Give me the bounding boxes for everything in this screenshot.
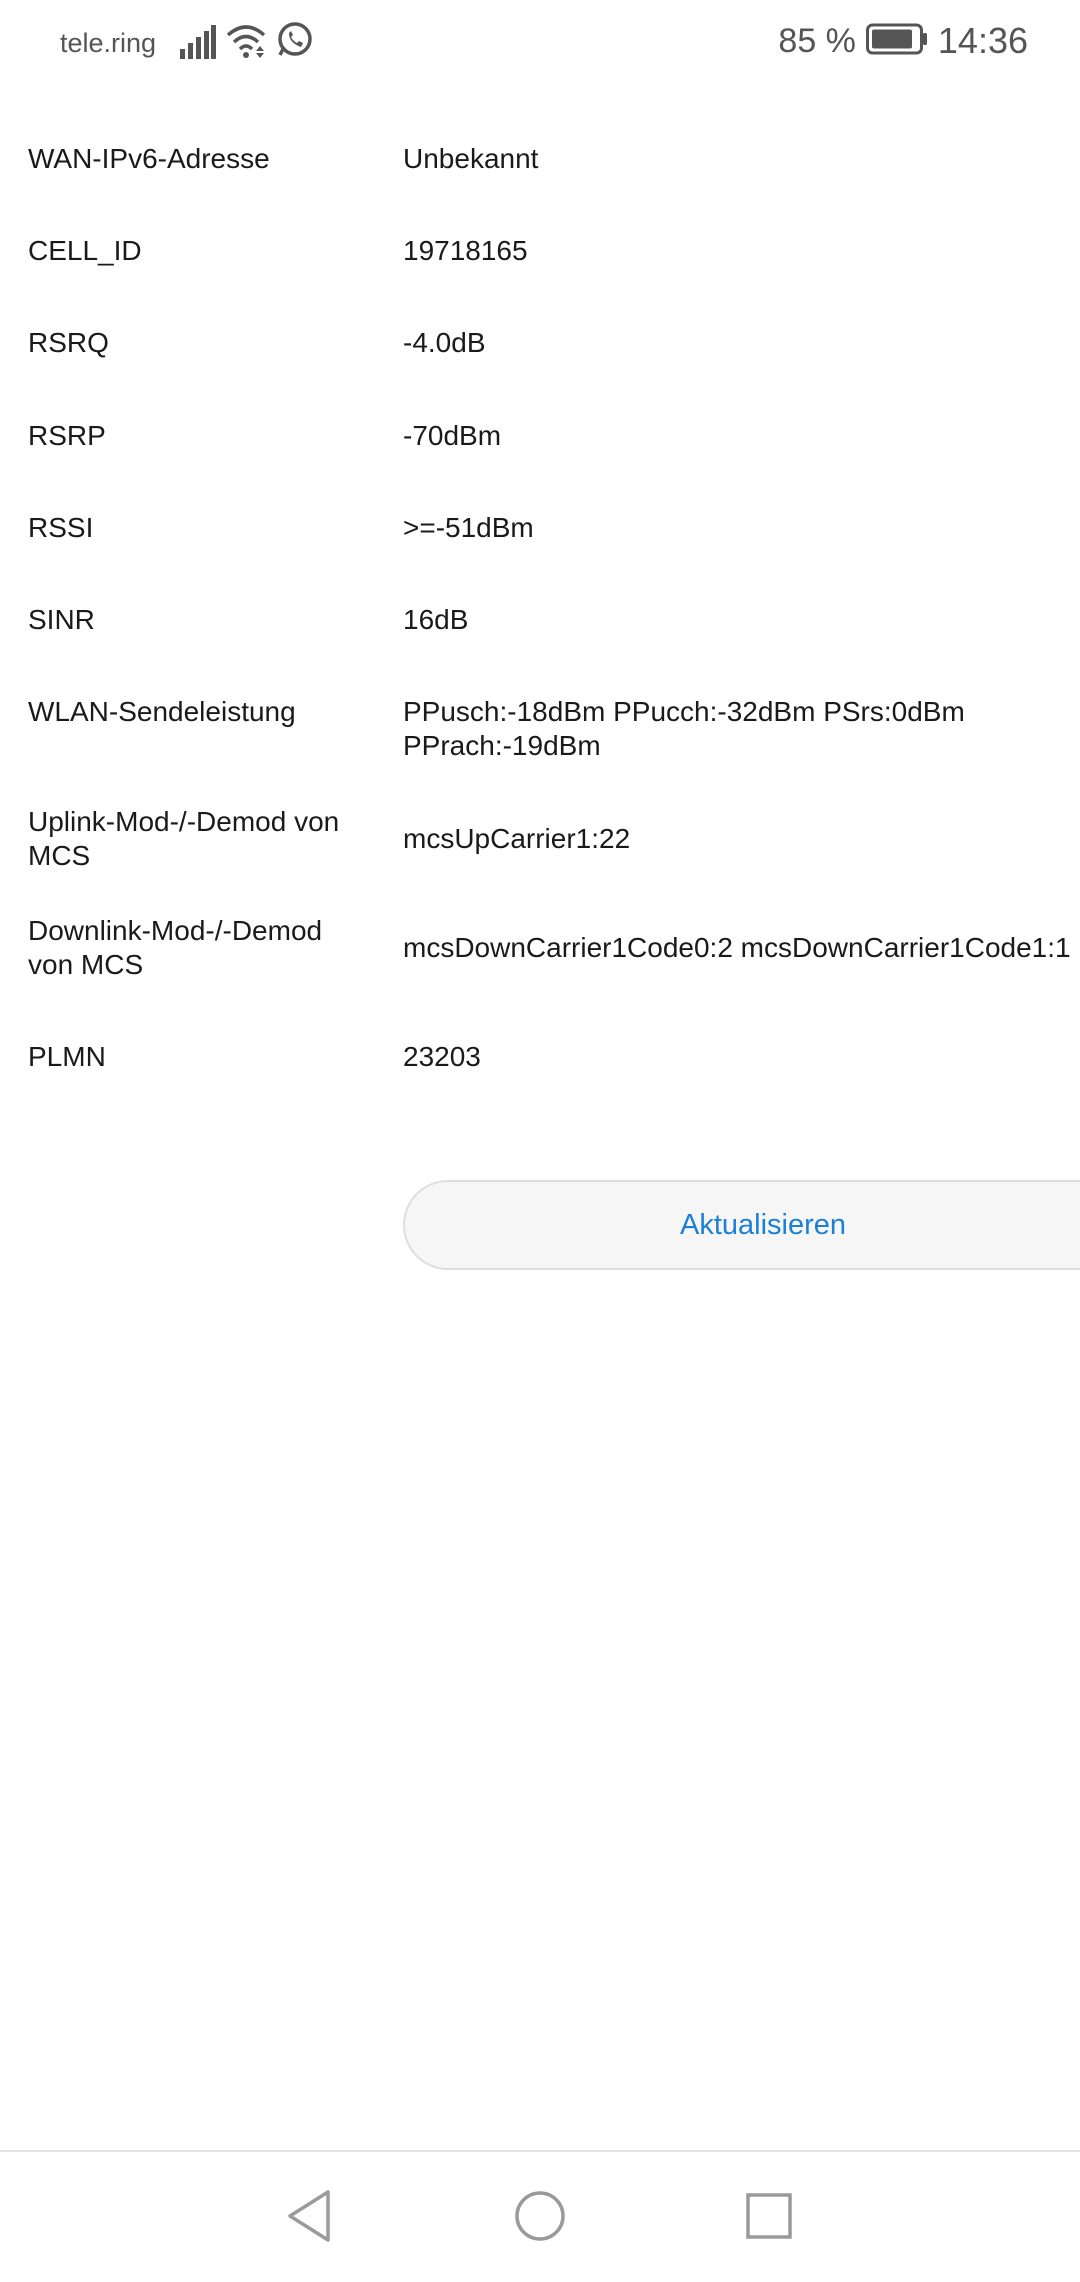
row-label: RSRP (28, 420, 106, 451)
back-icon[interactable] (284, 2188, 334, 2249)
refresh-button[interactable]: Aktualisieren (403, 1180, 1080, 1270)
status-bar: tele.ring 85 % 14:36 (0, 0, 1080, 92)
row-value: -4.0dB (403, 327, 486, 358)
row-label: WLAN-Sendeleistung (28, 696, 296, 727)
row-value: mcsUpCarrier1:22 (403, 823, 631, 854)
row-value: Unbekannt (403, 143, 539, 174)
home-icon[interactable] (513, 2188, 567, 2249)
row-label: Uplink-Mod-/-Demod von MCS (28, 806, 340, 871)
row-value: >=-51dBm (403, 512, 534, 543)
row-value: 19718165 (403, 235, 528, 266)
row-value: PPusch:-18dBm PPucch:-32dBm PSrs:0dBm PP… (403, 696, 965, 761)
status-icons (178, 21, 314, 64)
row-value: -70dBm (403, 420, 502, 451)
row-label: RSSI (28, 512, 94, 543)
battery-icon (865, 23, 928, 60)
row-value: 16dB (403, 604, 469, 635)
clock: 14:36 (937, 20, 1028, 61)
signal-icon (178, 25, 216, 64)
row-label: PLMN (28, 1041, 106, 1072)
carrier-name: tele.ring (60, 28, 157, 58)
row-label: WAN-IPv6-Adresse (28, 143, 270, 174)
recents-icon[interactable] (744, 2188, 794, 2249)
battery-percent: 85 % (778, 21, 856, 60)
row-value: 23203 (403, 1041, 481, 1072)
row-label: Downlink-Mod-/-Demod von MCS (28, 915, 323, 980)
row-label: RSRQ (28, 327, 109, 358)
row-label: CELL_ID (28, 235, 142, 266)
row-value: mcsDownCarrier1Code0:2 mcsDownCarrier1Co… (403, 932, 1071, 963)
row-label: SINR (28, 604, 95, 635)
navigation-bar (0, 2150, 1080, 2282)
refresh-button-label: Aktualisieren (679, 1209, 847, 1241)
whatsapp-icon (276, 21, 314, 64)
status-right: 85 % 14:36 (778, 20, 1028, 62)
wifi-icon (226, 23, 266, 64)
